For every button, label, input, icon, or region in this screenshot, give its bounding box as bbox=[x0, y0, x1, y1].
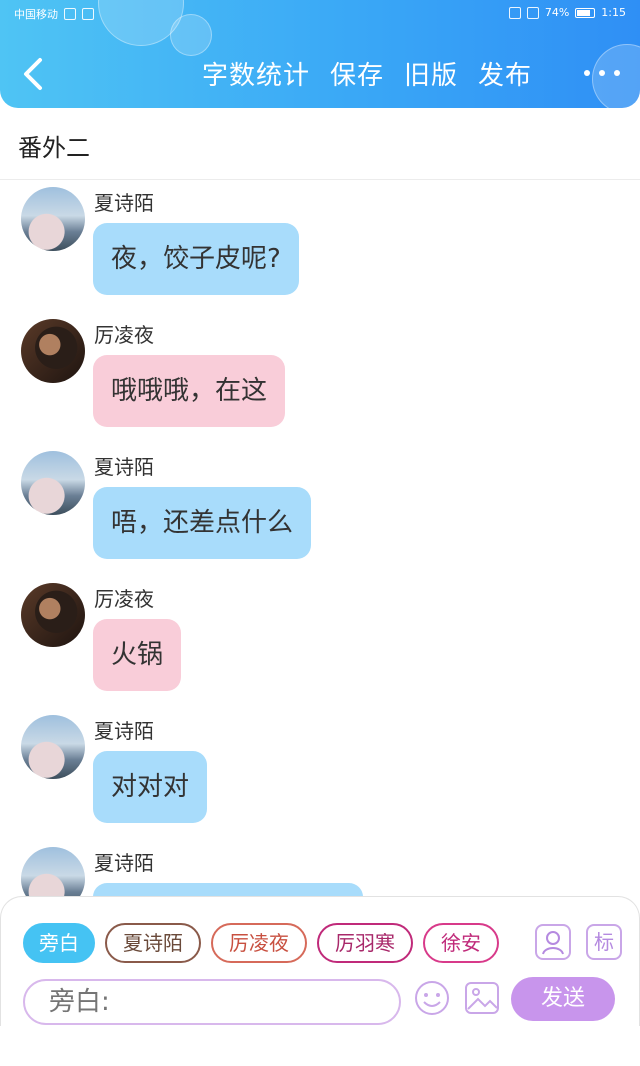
speaker-name: 夏诗陌 bbox=[94, 719, 154, 743]
role-chip-xu-an[interactable]: 徐安 bbox=[423, 923, 499, 963]
role-chip-li-lingye[interactable]: 厉凌夜 bbox=[211, 923, 307, 963]
bluetooth-icon bbox=[526, 6, 539, 19]
message-bubble[interactable]: 唔，还差点什么 bbox=[93, 487, 312, 559]
carrier-label: 中国移动 bbox=[14, 8, 58, 21]
chat-message[interactable]: 夏诗陌 夜，饺子皮呢? bbox=[0, 181, 640, 313]
composer-panel: 旁白夏诗陌厉凌夜厉羽寒徐安 标 发送 bbox=[0, 896, 640, 1026]
avatar[interactable] bbox=[21, 319, 85, 383]
chat-message[interactable]: 厉凌夜 哦哦哦，在这 bbox=[0, 313, 640, 445]
avatar[interactable] bbox=[21, 187, 85, 251]
header-actions: 字数统计 保存 旧版 发布 bbox=[202, 56, 532, 96]
message-input-wrapper bbox=[23, 979, 401, 1025]
avatar[interactable] bbox=[21, 715, 85, 779]
chat-message[interactable]: 夏诗陌 bbox=[0, 841, 640, 896]
chat-message[interactable]: 夏诗陌 唔，还差点什么 bbox=[0, 445, 640, 577]
message-input[interactable] bbox=[25, 981, 399, 1023]
word-count-button[interactable]: 字数统计 bbox=[202, 56, 310, 96]
role-chip-li-yuhan[interactable]: 厉羽寒 bbox=[317, 923, 413, 963]
wifi-icon bbox=[82, 8, 94, 20]
back-button[interactable] bbox=[20, 56, 50, 92]
speaker-name: 厉凌夜 bbox=[94, 587, 154, 611]
message-list[interactable]: 夏诗陌 夜，饺子皮呢? 厉凌夜 哦哦哦，在这 夏诗陌 唔，还差点什么 厉凌夜 火… bbox=[0, 181, 640, 896]
chat-message[interactable]: 夏诗陌 对对对 bbox=[0, 709, 640, 841]
speaker-name: 夏诗陌 bbox=[94, 455, 154, 479]
old-version-button[interactable]: 旧版 bbox=[404, 56, 458, 96]
avatar[interactable] bbox=[21, 847, 85, 896]
speaker-name: 夏诗陌 bbox=[94, 851, 154, 875]
chapter-header: 番外二 bbox=[0, 108, 640, 180]
avatar[interactable] bbox=[21, 583, 85, 647]
speaker-name: 厉凌夜 bbox=[94, 323, 154, 347]
publish-button[interactable]: 发布 bbox=[478, 56, 532, 96]
send-button[interactable]: 发送 bbox=[511, 977, 615, 1021]
message-bubble[interactable]: 火锅 bbox=[93, 619, 182, 691]
role-chip-xia-shimo[interactable]: 夏诗陌 bbox=[105, 923, 201, 963]
message-bubble[interactable] bbox=[93, 883, 363, 896]
tag-icon[interactable]: 标 bbox=[586, 924, 622, 960]
chapter-title[interactable]: 番外二 bbox=[18, 128, 90, 163]
character-icon[interactable] bbox=[535, 924, 571, 960]
message-bubble[interactable]: 夜，饺子皮呢? bbox=[93, 223, 299, 295]
emoji-icon[interactable] bbox=[413, 979, 451, 1017]
role-chip-narration[interactable]: 旁白 bbox=[23, 923, 95, 963]
save-button[interactable]: 保存 bbox=[330, 56, 384, 96]
more-dots-icon[interactable] bbox=[582, 58, 622, 88]
app-header: 中国移动 74% 1:15 字数统计 保存 旧版 发布 bbox=[0, 0, 640, 108]
avatar[interactable] bbox=[21, 451, 85, 515]
status-bar: 中国移动 74% 1:15 bbox=[0, 0, 640, 28]
chevron-left-icon bbox=[24, 58, 42, 90]
eye-icon bbox=[508, 6, 521, 19]
signal-icon bbox=[64, 8, 76, 20]
speaker-name: 夏诗陌 bbox=[94, 191, 154, 215]
battery-percent: 74% bbox=[544, 6, 570, 19]
tag-glyph: 标 bbox=[594, 930, 614, 954]
clock: 1:15 bbox=[601, 6, 626, 19]
message-bubble[interactable]: 对对对 bbox=[93, 751, 208, 823]
role-selector: 旁白 夏诗陌 厉凌夜 厉羽寒 徐安 bbox=[23, 923, 517, 965]
image-icon[interactable] bbox=[463, 979, 501, 1017]
battery-icon bbox=[575, 7, 596, 18]
chat-message[interactable]: 厉凌夜 火锅 bbox=[0, 577, 640, 709]
message-bubble[interactable]: 哦哦哦，在这 bbox=[93, 355, 286, 427]
